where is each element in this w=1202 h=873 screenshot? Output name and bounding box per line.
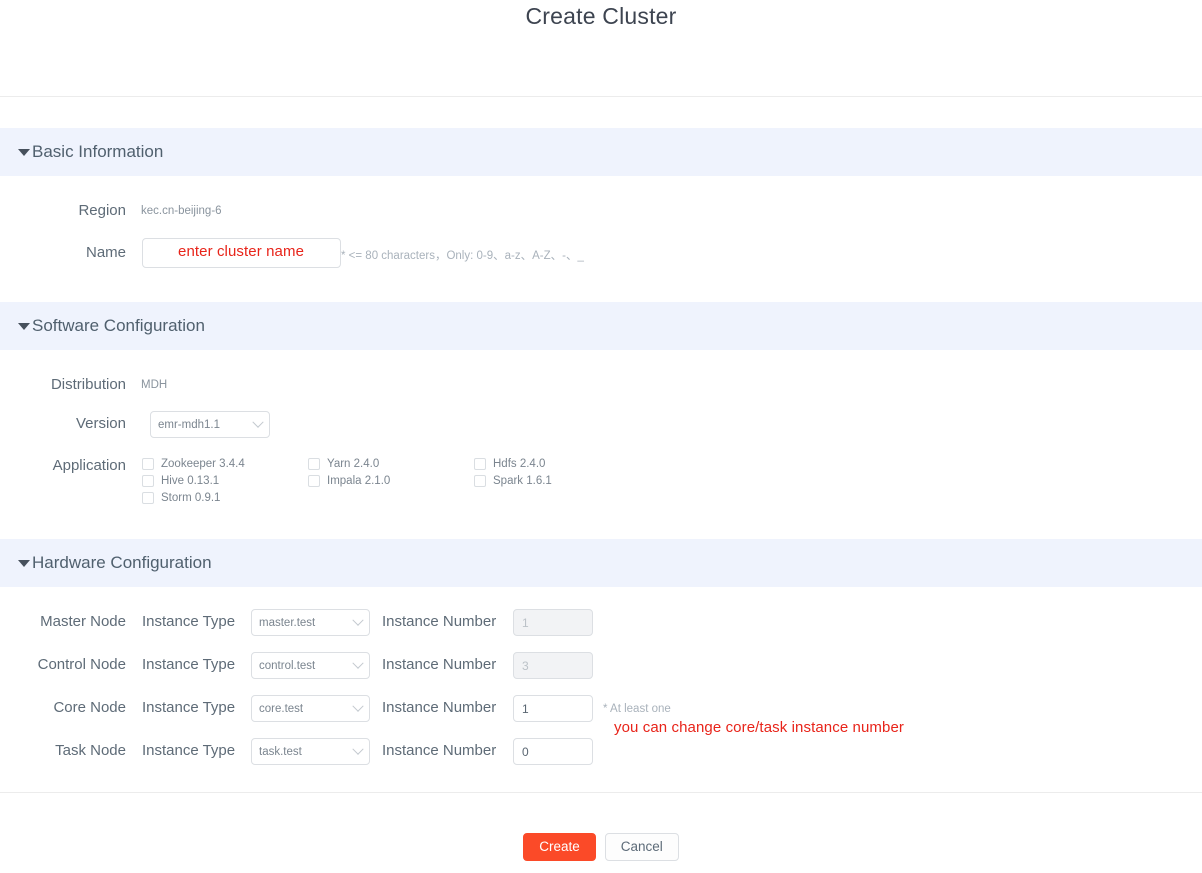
application-checkbox-item[interactable]: Storm 0.9.1 — [142, 489, 308, 506]
hint-name-rules: * <= 80 characters，Only: 0-9、a-z、A-Z、-、_ — [341, 250, 584, 262]
instance-type-select-value: control.test — [259, 659, 316, 672]
instance-type-select-value: core.test — [259, 702, 304, 715]
chevron-down-icon — [352, 657, 364, 669]
label-version: Version — [75, 415, 126, 432]
version-select-value: emr-mdh1.1 — [158, 418, 220, 431]
application-checkbox-label: Spark 1.6.1 — [493, 474, 552, 487]
application-checkbox-item[interactable]: Hdfs 2.4.0 — [474, 455, 640, 472]
label-node-name: Core Node — [53, 699, 126, 716]
application-checkbox-label: Zookeeper 3.4.4 — [161, 457, 245, 470]
application-checkbox-item[interactable]: Hive 0.13.1 — [142, 472, 308, 489]
chevron-down-icon — [252, 416, 264, 428]
application-checkbox-label: Yarn 2.4.0 — [327, 457, 380, 470]
caret-down-icon — [18, 322, 30, 330]
header-divider — [0, 96, 1202, 97]
chevron-down-icon — [352, 700, 364, 712]
annotation-enter-cluster-name: enter cluster name — [178, 243, 305, 260]
annotation-change-instance-number: you can change core/task instance number — [614, 719, 905, 736]
instance-type-select[interactable]: task.test — [251, 738, 370, 765]
label-instance-type: Instance Type — [142, 656, 236, 673]
label-instance-number: Instance Number — [382, 613, 497, 630]
instance-type-select-value: master.test — [259, 616, 316, 629]
checkbox-icon[interactable] — [308, 457, 320, 470]
instance-number-input — [513, 609, 593, 636]
label-instance-type: Instance Type — [142, 699, 236, 716]
chevron-down-icon — [352, 614, 364, 626]
label-node-name: Task Node — [55, 742, 126, 759]
application-checkbox-item[interactable]: Zookeeper 3.4.4 — [142, 455, 308, 472]
checkbox-icon[interactable] — [308, 474, 320, 487]
version-select[interactable]: emr-mdh1.1 — [150, 411, 270, 438]
caret-down-icon — [18, 148, 30, 156]
label-node-name: Control Node — [37, 656, 126, 673]
instance-number-input[interactable] — [513, 738, 593, 765]
application-checkbox-item[interactable]: Spark 1.6.1 — [474, 472, 640, 489]
label-instance-type: Instance Type — [142, 613, 236, 630]
label-instance-type: Instance Type — [142, 742, 236, 759]
create-button[interactable]: Create — [523, 833, 596, 861]
checkbox-icon[interactable] — [474, 474, 486, 487]
instance-number-input[interactable] — [513, 695, 593, 722]
section-title-basic-information: Basic Information — [32, 142, 164, 161]
section-header-hardware-configuration[interactable]: Hardware Configuration — [0, 539, 1202, 587]
application-checkbox-label: Hdfs 2.4.0 — [493, 457, 546, 470]
label-application: Application — [52, 457, 126, 474]
section-header-software-configuration[interactable]: Software Configuration — [0, 302, 1202, 350]
label-distribution: Distribution — [50, 376, 126, 393]
create-cluster-page: Create Cluster Basic Information Region … — [0, 0, 1202, 873]
label-node-name: Master Node — [40, 613, 126, 630]
checkbox-icon[interactable] — [142, 491, 154, 504]
section-header-basic-information[interactable]: Basic Information — [0, 128, 1202, 176]
instance-type-select[interactable]: master.test — [251, 609, 370, 636]
application-checkbox-grid: Zookeeper 3.4.4 Yarn 2.4.0 Hdfs 2.4.0 Hive … — [142, 455, 640, 506]
section-title-software-configuration: Software Configuration — [32, 316, 205, 335]
label-instance-number: Instance Number — [382, 656, 497, 673]
page-title: Create Cluster — [525, 3, 677, 29]
application-checkbox-label: Impala 2.1.0 — [327, 474, 391, 487]
application-checkbox-item[interactable]: Yarn 2.4.0 — [308, 455, 474, 472]
checkbox-icon[interactable] — [474, 457, 486, 470]
cancel-button[interactable]: Cancel — [604, 833, 679, 861]
application-checkbox-item[interactable]: Impala 2.1.0 — [308, 472, 474, 489]
label-region: Region — [78, 202, 126, 219]
footer-divider — [0, 792, 1202, 793]
checkbox-icon[interactable] — [142, 474, 154, 487]
footer-button-bar: Create Cancel — [0, 833, 1202, 861]
instance-type-select-value: task.test — [259, 745, 302, 758]
chevron-down-icon — [352, 743, 364, 755]
section-title-hardware-configuration: Hardware Configuration — [32, 553, 212, 572]
label-instance-number: Instance Number — [382, 699, 497, 716]
value-distribution: MDH — [141, 379, 168, 391]
value-region: kec.cn-beijing-6 — [141, 205, 222, 217]
instance-type-select[interactable]: core.test — [251, 695, 370, 722]
application-checkbox-label: Storm 0.9.1 — [161, 491, 221, 504]
application-checkbox-label: Hive 0.13.1 — [161, 474, 220, 487]
caret-down-icon — [18, 559, 30, 567]
instance-number-input — [513, 652, 593, 679]
checkbox-icon[interactable] — [142, 457, 154, 470]
instance-type-select[interactable]: control.test — [251, 652, 370, 679]
label-name: Name — [85, 244, 126, 261]
label-instance-number: Instance Number — [382, 742, 497, 759]
hint-core-at-least-one: * At least one — [603, 703, 671, 715]
